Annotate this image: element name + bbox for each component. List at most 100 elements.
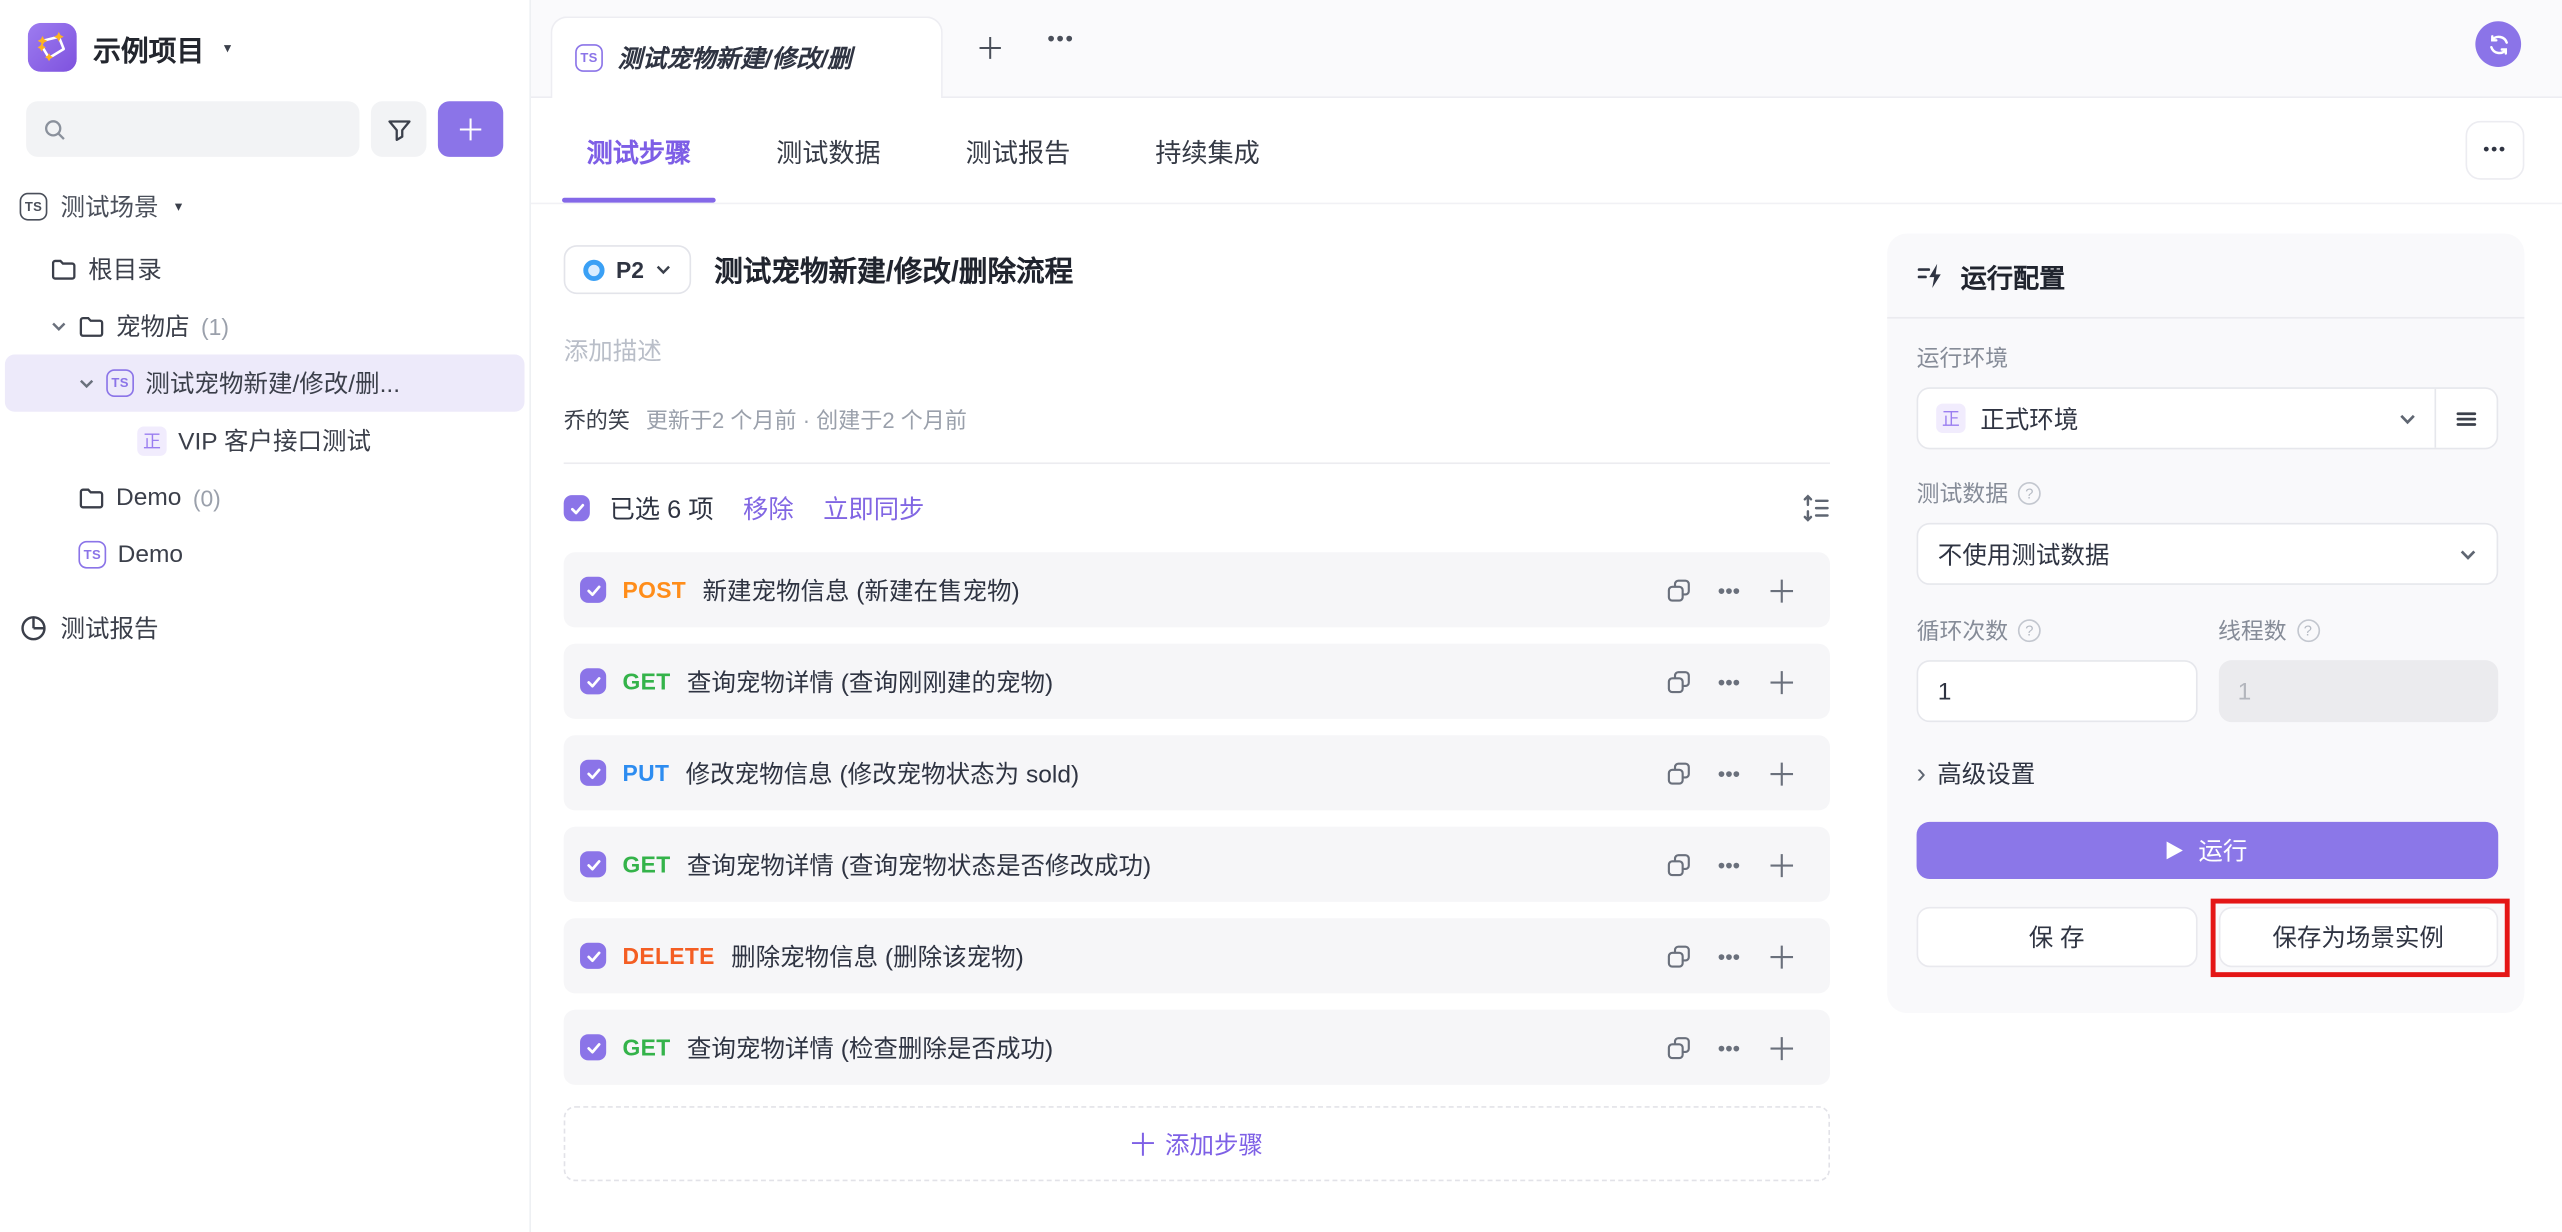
step-more-button[interactable]: ••• [1718,761,1740,786]
tab-title: 测试宠物新建/修改/删 [618,41,909,75]
step-row[interactable]: DELETE 删除宠物信息 (删除该宠物) ••• ＋ [564,918,1830,993]
step-row[interactable]: POST 新建宠物信息 (新建在售宠物) ••• ＋ [564,552,1830,627]
more-options-button[interactable]: ••• [2466,121,2525,180]
add-after-button[interactable]: ＋ [1766,1025,1797,1069]
new-scenario-button[interactable]: ＋ [438,101,503,157]
step-checkbox[interactable] [580,760,606,786]
select-all-checkbox[interactable] [564,495,590,521]
run-config-icon [1917,261,1946,290]
menu-icon [2454,406,2479,431]
step-checkbox[interactable] [580,1034,606,1060]
step-checkbox[interactable] [580,668,606,694]
sync-now-link[interactable]: 立即同步 [823,490,924,526]
tree-item-label: Demo [118,541,183,569]
tree-item-count: (1) [201,313,229,339]
reorder-button[interactable] [1801,493,1830,522]
filter-button[interactable] [371,101,427,157]
http-method: PUT [623,760,670,786]
app-logo-icon [28,23,77,72]
folder-icon [51,256,77,282]
step-row[interactable]: PUT 修改宠物信息 (修改宠物状态为 sold) ••• ＋ [564,735,1830,810]
step-more-button[interactable]: ••• [1718,852,1740,877]
step-checkbox[interactable] [580,943,606,969]
tab-test-data[interactable]: 测试数据 [752,98,906,203]
tree-item-scenario-selected[interactable]: TS 测试宠物新建/修改/删... [5,355,525,412]
save-as-instance-button[interactable]: 保存为场景实例 [2218,907,2498,967]
sync-button[interactable] [2475,21,2521,67]
step-checkbox[interactable] [580,851,606,877]
step-checkbox[interactable] [580,577,606,603]
help-icon: ? [2018,619,2041,642]
environment-manage-button[interactable] [2436,389,2496,448]
chevron-down-icon[interactable] [78,375,94,391]
scenario-icon: TS [78,541,106,569]
env-label: 运行环境 [1917,341,2008,374]
chevron-down-icon[interactable] [51,318,67,334]
ts-folder-icon: TS [20,193,48,221]
step-row[interactable]: GET 查询宠物详情 (检查删除是否成功) ••• ＋ [564,1010,1830,1085]
sidebar-item-test-report[interactable]: 测试报告 [0,600,529,656]
chevron-down-icon [2399,409,2417,427]
copy-step-button[interactable] [1667,578,1692,603]
chevron-down-icon [2459,545,2477,563]
save-label: 保 存 [2029,925,2085,953]
view-tabs: 测试步骤 测试数据 测试报告 持续集成 ••• [531,98,2562,204]
copy-step-button[interactable] [1667,852,1692,877]
tree-item-vip-case[interactable]: 正 VIP 客户接口测试 [0,412,529,469]
plus-icon: ＋ [1766,934,1797,978]
add-after-button[interactable]: ＋ [1766,751,1797,795]
step-row[interactable]: GET 查询宠物详情 (查询宠物状态是否修改成功) ••• ＋ [564,827,1830,902]
tab-continuous-integration[interactable]: 持续集成 [1131,98,1285,203]
main-area: TS 测试宠物新建/修改/删 ＋ ••• 测试步骤 测试数据 [531,0,2562,1232]
loop-count-input[interactable] [1917,660,2197,722]
add-after-button[interactable]: ＋ [1766,842,1797,886]
step-row[interactable]: GET 查询宠物详情 (查询刚刚建的宠物) ••• ＋ [564,644,1830,719]
tree-item-demo-folder[interactable]: Demo (0) [0,469,529,526]
step-more-button[interactable]: ••• [1718,578,1740,603]
more-horizontal-icon: ••• [1718,761,1740,786]
tree-item-label: VIP 客户接口测试 [178,423,371,457]
environment-select[interactable]: 正 正式环境 [1917,387,2499,449]
copy-step-button[interactable] [1667,669,1692,694]
tab-test-steps[interactable]: 测试步骤 [562,98,716,203]
sidebar-section-scenarios[interactable]: TS 测试场景 ▾ [0,157,529,224]
copy-step-button[interactable] [1667,761,1692,786]
env-badge-icon: 正 [137,426,166,455]
tree-item-petstore-folder[interactable]: 宠物店 (1) [0,297,529,354]
tree-item-label: Demo [116,484,181,512]
meta-text: 更新于2 个月前 · 创建于2 个月前 [646,408,967,433]
add-after-button[interactable]: ＋ [1766,934,1797,978]
more-horizontal-icon: ••• [1718,852,1740,877]
step-more-button[interactable]: ••• [1718,669,1740,694]
new-tab-button[interactable]: ＋ [975,26,1004,68]
tab-list-button[interactable]: ••• [1047,26,1074,51]
advanced-settings-toggle[interactable]: › 高级设置 [1917,756,2499,790]
check-icon [584,672,602,690]
test-data-select[interactable]: 不使用测试数据 [1917,523,2499,585]
copy-step-button[interactable] [1667,1035,1692,1060]
add-step-button[interactable]: 十 添加步骤 [564,1106,1830,1181]
save-button[interactable]: 保 存 [1917,907,2197,967]
step-more-button[interactable]: ••• [1718,944,1740,969]
add-after-button[interactable]: ＋ [1766,568,1797,612]
remove-link[interactable]: 移除 [743,490,794,526]
tab-scenario-document[interactable]: TS 测试宠物新建/修改/删 [551,16,943,98]
tab-test-report[interactable]: 测试报告 [941,98,1095,203]
test-data-value: 不使用测试数据 [1938,537,2110,571]
help-icon: ? [2296,619,2319,642]
check-icon [584,855,602,873]
run-button[interactable]: 运行 [1917,822,2499,879]
priority-select[interactable]: P2 [564,245,692,294]
tree-item-root-folder[interactable]: 根目录 [0,240,529,297]
plus-icon: ＋ [1766,751,1797,795]
add-after-button[interactable]: ＋ [1766,659,1797,703]
step-more-button[interactable]: ••• [1718,1035,1740,1060]
copy-step-button[interactable] [1667,944,1692,969]
step-list: POST 新建宠物信息 (新建在售宠物) ••• ＋ GET 查询宠物详情 (查… [564,552,1830,1085]
project-switcher[interactable]: 示例项目 ▾ [0,0,529,72]
tree-item-demo-scenario[interactable]: TS Demo [0,526,529,583]
step-name: 新建宠物信息 (新建在售宠物) [702,573,1019,607]
run-config-panel: 运行配置 运行环境 正 正式环境 [1887,234,2524,1013]
chevron-down-icon: ▾ [175,198,182,216]
search-input[interactable] [26,101,359,157]
